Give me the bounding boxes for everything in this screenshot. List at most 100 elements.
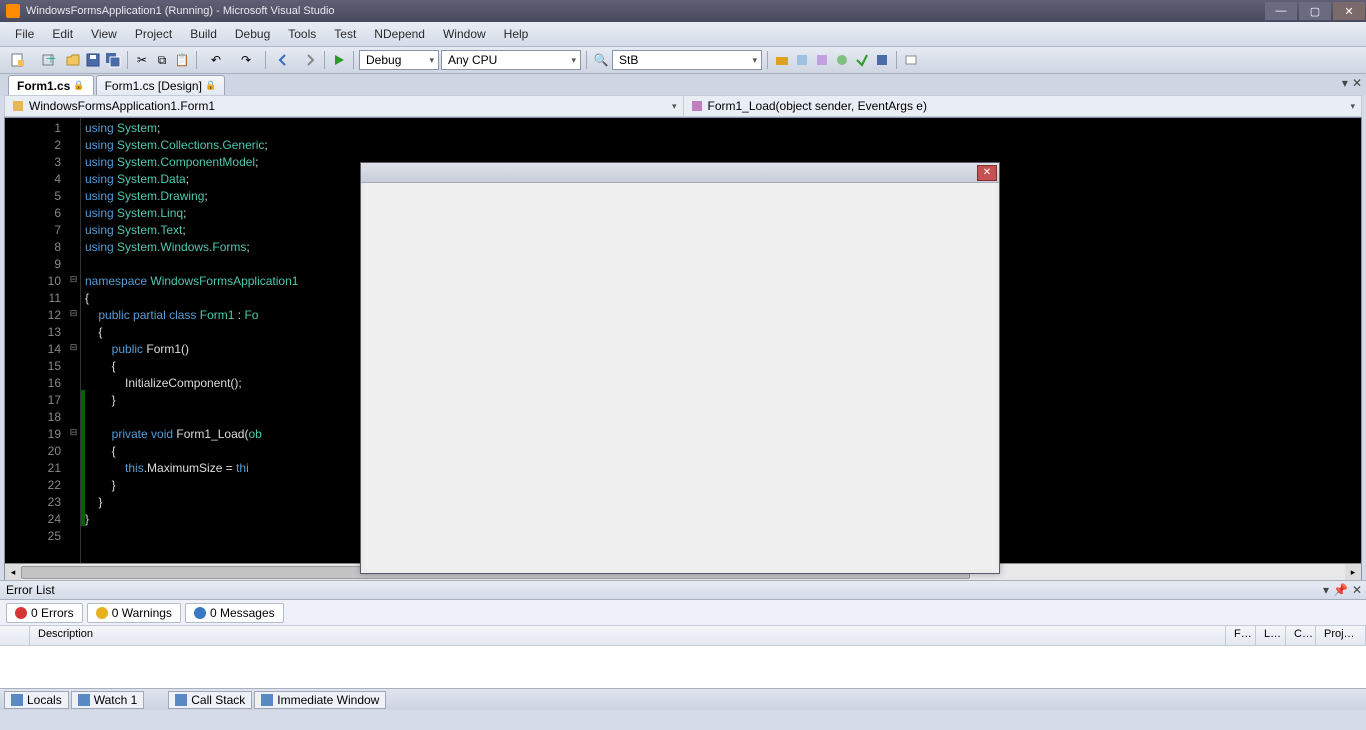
outlining-margin[interactable]: ⊟⊟⊟⊟: [67, 118, 81, 563]
error-icon: [15, 607, 27, 619]
open-button[interactable]: [64, 51, 82, 69]
menu-project[interactable]: Project: [126, 25, 181, 43]
window-titlebar: WindowsFormsApplication1 (Running) - Mic…: [0, 0, 1366, 22]
start-debug-button[interactable]: [330, 51, 348, 69]
tab-form1-cs[interactable]: Form1.cs 🔒: [8, 75, 94, 95]
menu-edit[interactable]: Edit: [43, 25, 82, 43]
menu-test[interactable]: Test: [325, 25, 365, 43]
form-titlebar[interactable]: ✕: [361, 163, 999, 183]
new-project-button[interactable]: [4, 51, 32, 69]
minimize-button[interactable]: —: [1265, 2, 1297, 20]
class-navigator-value: WindowsFormsApplication1.Form1: [29, 99, 215, 113]
tab-label: Locals: [27, 693, 62, 707]
maximize-button[interactable]: ▢: [1299, 2, 1331, 20]
redo-button[interactable]: ↷: [232, 51, 260, 69]
tab-callstack[interactable]: Call Stack: [168, 691, 252, 709]
solution-platform-value: Any CPU: [448, 53, 497, 67]
messages-filter[interactable]: 0 Messages: [185, 603, 284, 623]
solution-platform-combo[interactable]: Any CPU: [441, 50, 581, 70]
callstack-icon: [175, 694, 187, 706]
save-all-button[interactable]: [104, 51, 122, 69]
toolbar-separator: [586, 51, 587, 69]
search-value: StB: [619, 53, 638, 67]
locals-icon: [11, 694, 23, 706]
copy-button[interactable]: ⧉: [153, 51, 171, 69]
search-combo[interactable]: StB: [612, 50, 762, 70]
menu-debug[interactable]: Debug: [226, 25, 279, 43]
tab-locals[interactable]: Locals: [4, 691, 69, 709]
find-icon[interactable]: 🔍: [592, 51, 610, 69]
solution-config-value: Debug: [366, 53, 401, 67]
tab-immediate[interactable]: Immediate Window: [254, 691, 386, 709]
standard-toolbar: ＋ ✂ ⧉ 📋 ↶ ↷ Debug Any CPU 🔍 StB: [0, 47, 1366, 74]
menu-tools[interactable]: Tools: [279, 25, 325, 43]
svg-text:＋: ＋: [45, 52, 56, 66]
tab-watch[interactable]: Watch 1: [71, 691, 145, 709]
class-icon: [11, 99, 25, 113]
errors-filter[interactable]: 0 Errors: [6, 603, 83, 623]
save-button[interactable]: [84, 51, 102, 69]
toolbox-button2[interactable]: [793, 51, 811, 69]
col-line[interactable]: L…: [1256, 626, 1286, 645]
toolbox-button6[interactable]: [873, 51, 891, 69]
class-navigator[interactable]: WindowsFormsApplication1.Form1: [5, 96, 684, 116]
toolbox-button1[interactable]: [773, 51, 791, 69]
form-close-button[interactable]: ✕: [977, 165, 997, 181]
tab-close-icon[interactable]: ✕: [1352, 76, 1362, 90]
toolbox-button5[interactable]: [853, 51, 871, 69]
errorlist-grid: Description F… L… C… Proj…: [0, 626, 1366, 688]
cut-button[interactable]: ✂: [133, 51, 151, 69]
member-navigator[interactable]: Form1_Load(object sender, EventArgs e): [684, 96, 1362, 116]
scroll-right-icon[interactable]: ▸: [1345, 564, 1361, 581]
col-column[interactable]: C…: [1286, 626, 1316, 645]
tab-form1-design[interactable]: Form1.cs [Design] 🔒: [96, 75, 226, 95]
method-icon: [690, 99, 704, 113]
tab-label: Watch 1: [94, 693, 138, 707]
errorlist-title: Error List: [6, 583, 55, 597]
toolbar-separator: [353, 51, 354, 69]
close-button[interactable]: ✕: [1333, 2, 1365, 20]
menu-build[interactable]: Build: [181, 25, 226, 43]
running-winforms-app[interactable]: ✕: [360, 162, 1000, 574]
menu-help[interactable]: Help: [495, 25, 538, 43]
col-file[interactable]: F…: [1226, 626, 1256, 645]
main-menu: File Edit View Project Build Debug Tools…: [0, 22, 1366, 47]
col-project[interactable]: Proj…: [1316, 626, 1366, 645]
navigate-back-button[interactable]: [271, 51, 299, 69]
solution-config-combo[interactable]: Debug: [359, 50, 439, 70]
member-navigator-value: Form1_Load(object sender, EventArgs e): [708, 99, 927, 113]
toolbox-button3[interactable]: [813, 51, 831, 69]
tab-dropdown-icon[interactable]: ▾: [1342, 76, 1348, 90]
menu-window[interactable]: Window: [434, 25, 495, 43]
col-description[interactable]: Description: [30, 626, 1226, 645]
window-title: WindowsFormsApplication1 (Running) - Mic…: [26, 5, 1264, 17]
col-icon[interactable]: [0, 626, 30, 645]
undo-button[interactable]: ↶: [202, 51, 230, 69]
toolbar-separator: [896, 51, 897, 69]
menu-ndepend[interactable]: NDepend: [365, 25, 434, 43]
lock-icon: 🔒: [73, 80, 84, 91]
info-icon: [194, 607, 206, 619]
menu-file[interactable]: File: [6, 25, 43, 43]
form-client-area[interactable]: [365, 183, 995, 569]
paste-button[interactable]: 📋: [173, 51, 191, 69]
navigate-forward-button[interactable]: [301, 51, 319, 69]
toolbar-separator: [324, 51, 325, 69]
toolbox-button7[interactable]: [902, 51, 920, 69]
menu-view[interactable]: View: [82, 25, 126, 43]
toolbar-separator: [127, 51, 128, 69]
errorlist-header: Error List ▾ 📌 ✕: [0, 580, 1366, 600]
warnings-count: 0 Warnings: [112, 606, 172, 620]
toolbox-button4[interactable]: [833, 51, 851, 69]
warning-icon: [96, 607, 108, 619]
warnings-filter[interactable]: 0 Warnings: [87, 603, 181, 623]
panel-close-icon[interactable]: ✕: [1352, 583, 1362, 597]
line-number-gutter: 1234567891011121314151617181920212223242…: [5, 118, 67, 563]
tab-label: Form1.cs: [17, 79, 70, 93]
navigation-bar: WindowsFormsApplication1.Form1 Form1_Loa…: [4, 95, 1362, 117]
pin-icon[interactable]: 📌: [1333, 583, 1348, 597]
add-item-button[interactable]: ＋: [34, 51, 62, 69]
tab-label: Call Stack: [191, 693, 245, 707]
scroll-left-icon[interactable]: ◂: [5, 564, 21, 581]
window-menu-icon[interactable]: ▾: [1323, 583, 1329, 597]
